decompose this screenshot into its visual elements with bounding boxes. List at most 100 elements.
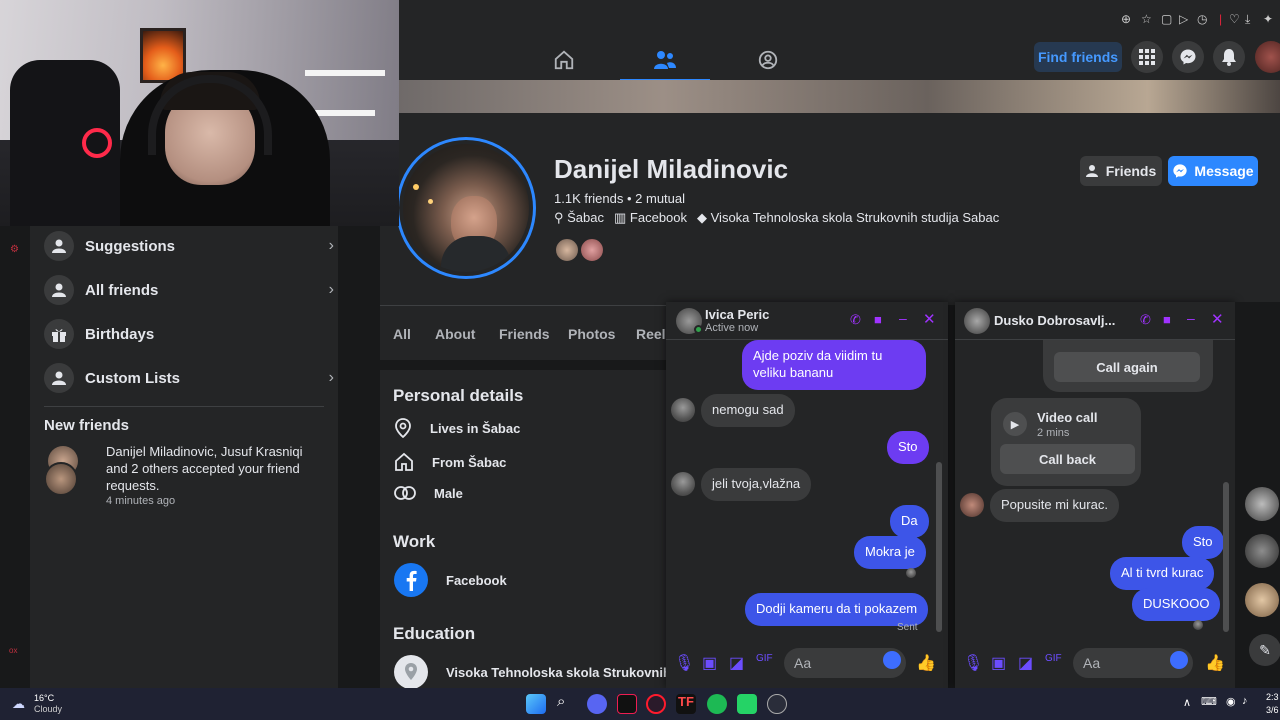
friends-icon	[654, 51, 676, 69]
messenger-button[interactable]	[1172, 41, 1204, 73]
video-icon[interactable]: ■	[1163, 312, 1171, 327]
ai-icon[interactable]: ✦	[1263, 12, 1277, 26]
video-call-duration: 2 mins	[1037, 427, 1070, 439]
contact-avatar[interactable]	[1245, 487, 1279, 521]
tab-photos[interactable]: Photos	[568, 326, 615, 342]
sidebar-item-birthdays[interactable]: Birthdays	[44, 314, 334, 354]
keyboard-icon[interactable]: ⌨	[1201, 695, 1217, 708]
tab-all[interactable]: All	[393, 326, 411, 342]
history-icon[interactable]: ◷	[1197, 12, 1211, 26]
work-icon: ▥	[614, 210, 630, 225]
avatar	[671, 472, 695, 496]
groups-tab[interactable]	[723, 40, 813, 80]
gif-icon[interactable]: GIF	[756, 653, 773, 669]
webcam-overlay	[0, 0, 399, 226]
weather-desc: Cloudy	[34, 704, 63, 714]
bookmark-icon[interactable]: ☆	[1141, 12, 1155, 26]
thumbs-up-icon[interactable]: 👍	[1205, 653, 1225, 672]
heart-icon[interactable]: ♡	[1229, 12, 1243, 26]
work-title: Work	[393, 532, 436, 551]
tab-about[interactable]: About	[435, 326, 475, 342]
account-avatar[interactable]	[1255, 41, 1280, 73]
minimize-icon[interactable]: –	[899, 310, 907, 326]
image-icon[interactable]: ▣	[991, 653, 1007, 672]
lives-in-text: Lives in Šabac	[430, 420, 521, 436]
sticker-icon[interactable]: ◪	[729, 653, 745, 672]
download-icon[interactable]: ⤓	[1245, 12, 1259, 26]
tiktok-icon[interactable]	[617, 694, 637, 714]
close-icon[interactable]: ✕	[923, 310, 936, 328]
emoji-icon[interactable]	[1170, 651, 1188, 669]
phone-icon[interactable]: ✆	[1140, 312, 1151, 328]
sidebar-item-all-friends[interactable]: All friends ›	[44, 270, 334, 310]
friends-count[interactable]: 1.1K friends • 2 mutual	[554, 191, 685, 206]
settings-icon[interactable]	[767, 694, 787, 714]
notifications-button[interactable]	[1213, 41, 1245, 73]
message-button[interactable]: Message	[1168, 156, 1258, 186]
tab-icon[interactable]: ▢	[1161, 12, 1175, 26]
search-icon[interactable]: ⌕	[557, 693, 565, 710]
opera-icon[interactable]	[646, 694, 666, 714]
chat-header[interactable]: Dusko Dobrosavlj... ✆ ■ – ✕	[955, 302, 1235, 340]
gender-text: Male	[434, 485, 463, 501]
chat-header[interactable]: Ivica Peric Active now ✆ ■ – ✕	[666, 302, 948, 340]
gif-icon[interactable]: GIF	[1045, 653, 1062, 669]
call-back-button[interactable]: Call back	[1000, 444, 1135, 474]
scrollbar[interactable]	[1223, 482, 1229, 632]
profile-avatar[interactable]	[396, 137, 536, 279]
mic-icon[interactable]: 🎙	[963, 653, 983, 672]
minimize-icon[interactable]: –	[1187, 310, 1195, 326]
chat-composer: 🎙 ▣ ◪ GIF Aa 👍	[666, 636, 948, 688]
home-tab[interactable]	[519, 40, 609, 80]
windows-start-icon[interactable]	[526, 694, 546, 714]
scrollbar[interactable]	[936, 462, 942, 632]
new-message-icon[interactable]: ✎	[1249, 634, 1280, 666]
work-row[interactable]: Facebook	[394, 563, 507, 597]
tab-friends[interactable]: Friends	[499, 326, 550, 342]
tf-icon[interactable]: TF	[676, 694, 696, 714]
menu-button[interactable]	[1131, 41, 1163, 73]
close-icon[interactable]: ✕	[1211, 310, 1224, 328]
school-text: Visoka Tehnoloska skola Strukovnih studi…	[710, 210, 1000, 225]
wifi-icon[interactable]: ◉	[1226, 695, 1236, 708]
video-icon[interactable]: ■	[874, 312, 882, 327]
contact-avatar[interactable]	[1245, 583, 1279, 617]
education-row[interactable]: Visoka Tehnoloska skola Strukovnih stu	[394, 655, 694, 689]
chat-app-icon[interactable]	[737, 694, 757, 714]
play-icon[interactable]: ▷	[1179, 12, 1193, 26]
chevron-up-icon[interactable]: ∧	[1183, 696, 1191, 709]
avatar	[671, 398, 695, 422]
sent-status: Sent	[897, 622, 918, 633]
phone-icon[interactable]: ✆	[850, 312, 861, 328]
gender-icon	[394, 486, 416, 500]
sidebar-item-custom-lists[interactable]: Custom Lists ›	[44, 358, 334, 398]
sidebar-item-suggestions[interactable]: Suggestions ›	[44, 226, 334, 266]
chat-contact-status: Active now	[705, 322, 759, 334]
location-icon: ⚲	[554, 210, 568, 225]
spotify-icon[interactable]	[707, 694, 727, 714]
mutual-friend-avatar[interactable]	[579, 237, 605, 263]
message-out: Mokra je	[854, 536, 926, 569]
thumbs-up-icon[interactable]: 👍	[916, 653, 936, 672]
discord-icon[interactable]	[587, 694, 607, 714]
volume-icon[interactable]: ♪	[1242, 695, 1248, 707]
mic-icon[interactable]: 🎙	[674, 653, 694, 672]
image-icon[interactable]: ▣	[702, 653, 718, 672]
facebook-logo-icon	[394, 563, 428, 597]
profile-name: Danijel Miladinovic	[554, 154, 789, 184]
mutual-friend-avatar[interactable]	[554, 237, 580, 263]
divider	[44, 406, 324, 407]
friends-status-button[interactable]: Friends	[1080, 156, 1162, 186]
cover-photo	[399, 80, 1280, 114]
friends-tab[interactable]	[620, 40, 710, 82]
contacts-edge: ✎	[1235, 302, 1280, 688]
emoji-icon[interactable]	[883, 651, 901, 669]
zoom-icon[interactable]: ⊕	[1121, 12, 1135, 26]
sticker-icon[interactable]: ◪	[1018, 653, 1034, 672]
message-out: Al ti tvrd kurac	[1110, 557, 1215, 590]
contact-avatar[interactable]	[1245, 534, 1279, 568]
online-indicator	[694, 325, 703, 334]
friend-notification[interactable]: Danijel Miladinovic, Jusuf Krasniqi and …	[44, 444, 324, 514]
call-again-button[interactable]: Call again	[1054, 352, 1200, 382]
find-friends-button[interactable]: Find friends	[1034, 42, 1122, 72]
